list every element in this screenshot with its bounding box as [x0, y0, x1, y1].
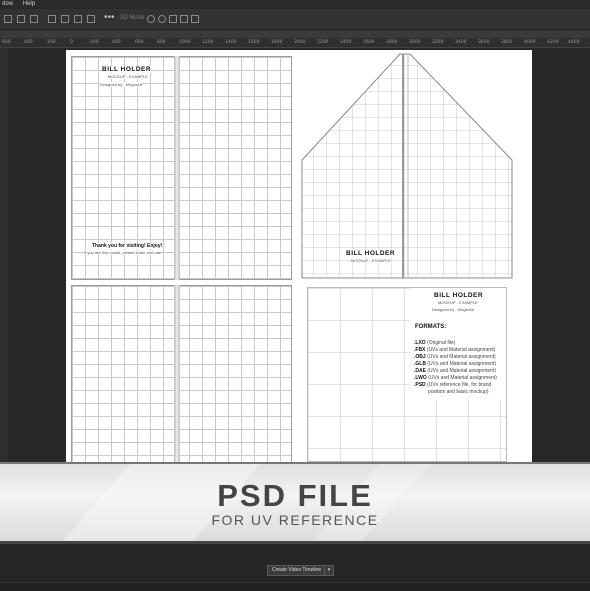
uv-fold-line [174, 285, 180, 465]
thanks-subtext: If you like this model, please share and… [84, 250, 162, 255]
distribute-icon[interactable] [87, 15, 95, 23]
ruler-tick: 2800 [386, 40, 398, 45]
ruler-tick: 200 [90, 40, 99, 45]
format-row: .FBX (UVs and Material assignment) [414, 347, 495, 353]
format-row: .DAE (UVs and Material assignment) [414, 368, 496, 374]
horizontal-ruler: 600 400 200 0 200 400 600 800 1000 1200 … [0, 38, 590, 48]
ruler-tick: 1800 [271, 40, 283, 45]
format-desc: (UVs and Material assignment) [427, 354, 496, 360]
formats-heading: FORMATS: [415, 324, 447, 330]
3d-scale-icon[interactable] [191, 15, 199, 23]
ruler-tick: 600 [135, 40, 144, 45]
align-center-icon[interactable] [17, 15, 25, 23]
banner-title: PSD FILE [217, 478, 373, 513]
options-bar: ••• 3D Mode: [0, 9, 590, 30]
format-desc: (UVs and Material assignment) [428, 375, 497, 381]
ruler-tick: 3000 [409, 40, 421, 45]
ruler-tick: 3400 [455, 40, 467, 45]
3d-pan-icon[interactable] [169, 15, 177, 23]
align-right-icon[interactable] [30, 15, 38, 23]
front-designer: Designed by - MogerArt [100, 82, 143, 87]
align-left-icon[interactable] [4, 15, 12, 23]
format-row: position and basic mockup) [428, 389, 489, 395]
ruler-tick: 1600 [248, 40, 260, 45]
ruler-tick: 400 [112, 40, 121, 45]
uv-fold-line [174, 56, 180, 280]
ruler-tick: 1200 [202, 40, 214, 45]
ruler-tick: 4400 [568, 40, 580, 45]
ruler-tick: 400 [24, 40, 33, 45]
info-subtitle: MOCKUP - EXAMPLE [438, 300, 478, 305]
align-top-icon[interactable] [48, 15, 56, 23]
ruler-tick: 2400 [340, 40, 352, 45]
format-ext: .DAE [414, 368, 426, 374]
ruler-tick: 2200 [317, 40, 329, 45]
ruler-tick: 4000 [524, 40, 536, 45]
3d-roll-icon[interactable] [158, 15, 166, 23]
format-ext: .LXO [414, 340, 426, 346]
format-desc: (Original file) [427, 340, 456, 346]
flap-subtitle: MOCKUP - EXAMPLE [351, 258, 391, 263]
ruler-tick: 2000 [294, 40, 306, 45]
format-desc: (UVs and Material assignment) [426, 347, 496, 353]
info-designer: Designed by - MogerArt [432, 307, 475, 312]
banner-subtitle: FOR UV REFERENCE [211, 512, 379, 528]
front-subtitle: MOCKUP - EXAMPLE [108, 74, 148, 79]
3d-slide-icon[interactable] [180, 15, 188, 23]
ruler-tick: 200 [47, 40, 56, 45]
flap-title: BILL HOLDER [346, 250, 396, 257]
create-video-timeline-button[interactable]: Create Video Timeline [267, 565, 327, 576]
ruler-tick: 1400 [225, 40, 237, 45]
ruler-tick: 3800 [501, 40, 513, 45]
3d-orbit-icon[interactable] [147, 15, 155, 23]
timeline-dropdown-icon[interactable]: ▾ [324, 565, 334, 576]
ruler-tick: 2600 [363, 40, 375, 45]
document-tab-bar[interactable] [0, 30, 590, 38]
ruler-tick: 4200 [547, 40, 559, 45]
ruler-tick: 600 [2, 40, 11, 45]
menu-help[interactable]: Help [23, 1, 35, 7]
ruler-tick: 3200 [432, 40, 444, 45]
menu-bar: dow Help [0, 0, 590, 9]
info-title: BILL HOLDER [434, 292, 484, 299]
ruler-tick: 1000 [179, 40, 191, 45]
ruler-tick: 3600 [478, 40, 490, 45]
uv-panel-back [71, 285, 292, 465]
format-ext: .FBX [414, 347, 426, 353]
vertical-ruler [0, 48, 8, 528]
format-row: .LWO (UVs and Material assignment) [414, 375, 497, 381]
menu-window[interactable]: dow [2, 1, 13, 7]
format-desc: (UVs and Material assignment) [427, 361, 496, 367]
format-desc: (UVs reference file, for brand [427, 382, 492, 388]
format-row: .PSD (UVs reference file, for brand [414, 382, 491, 388]
thanks-text: Thank you for visiting! Enjoy! [92, 243, 163, 249]
more-options-icon[interactable]: ••• [104, 12, 115, 23]
3d-mode-label: 3D Mode: [120, 15, 147, 21]
ruler-tick: 0 [70, 40, 73, 45]
format-desc: (UVs and Material assignment) [427, 368, 496, 374]
align-middle-icon[interactable] [61, 15, 69, 23]
format-row: .GLB (UVs and Material assignment) [414, 361, 496, 367]
uv-panel-flap [301, 53, 513, 279]
format-desc: position and basic mockup) [428, 389, 489, 395]
format-row: .OBJ (UVs and Material assignment) [414, 354, 496, 360]
format-row: .LXO (Original file) [414, 340, 455, 346]
ruler-tick: 800 [157, 40, 166, 45]
format-ext: .OBJ [414, 354, 426, 360]
align-bottom-icon[interactable] [74, 15, 82, 23]
format-ext: .LWO [414, 375, 427, 381]
front-title: BILL HOLDER [102, 66, 152, 73]
format-ext: .PSD [414, 382, 426, 388]
promo-banner: PSD FILE FOR UV REFERENCE [0, 462, 590, 546]
format-ext: .GLB [414, 361, 426, 367]
